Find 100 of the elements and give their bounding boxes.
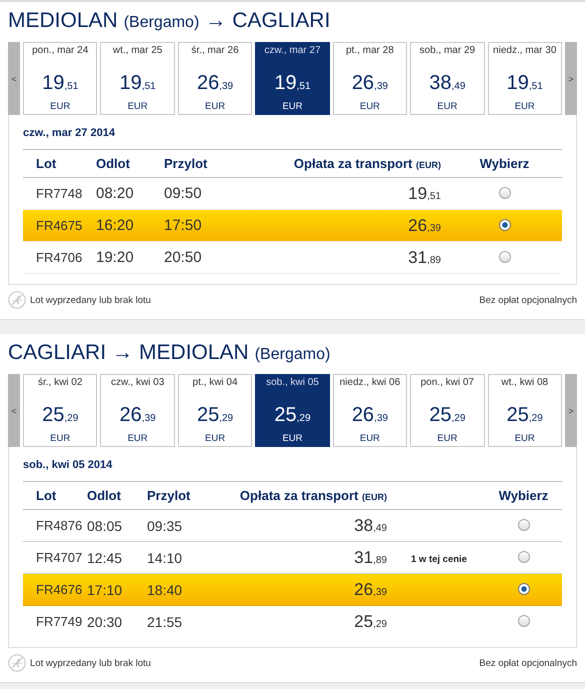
select-radio[interactable] bbox=[498, 251, 510, 264]
day-date: sob., mar 29 bbox=[420, 45, 476, 56]
previous-dates-button[interactable]: < bbox=[8, 42, 20, 115]
departure-time: 12:45 bbox=[87, 550, 124, 566]
day-price: 25,29 bbox=[506, 404, 543, 428]
arrival-time: 21:55 bbox=[147, 614, 184, 630]
fare-price: 25,29 bbox=[353, 612, 388, 632]
column-header: Lot bbox=[35, 488, 58, 503]
currency-label: EUR bbox=[128, 101, 148, 112]
previous-dates-button[interactable]: < bbox=[8, 374, 20, 447]
currency-label: EUR bbox=[282, 101, 302, 112]
date-fare-card[interactable]: pt., kwi 04 25,29 EUR bbox=[178, 374, 252, 447]
arrival-time: 20:50 bbox=[164, 249, 203, 266]
day-price: 26,39 bbox=[352, 72, 388, 96]
date-fare-card[interactable]: śr., mar 26 26,39 EUR bbox=[178, 42, 252, 115]
next-dates-button[interactable]: > bbox=[564, 42, 577, 115]
currency-label: EUR bbox=[205, 433, 226, 444]
day-price: 25,29 bbox=[429, 404, 466, 428]
select-radio[interactable] bbox=[518, 519, 530, 532]
day-price: 26,39 bbox=[352, 404, 388, 428]
flight-number: FR4707 bbox=[35, 550, 84, 565]
departure-time: 08:05 bbox=[87, 518, 124, 534]
select-radio[interactable] bbox=[518, 583, 530, 596]
day-date: niedz., kwi 06 bbox=[340, 377, 400, 388]
select-radio[interactable] bbox=[518, 551, 530, 564]
column-header: Przylot bbox=[164, 156, 208, 171]
flight-row[interactable]: FR4675 16:20 17:50 26,39 bbox=[23, 210, 562, 242]
availability-note: 1 w tej cenie bbox=[411, 554, 467, 564]
column-header: Opłata za transport (EUR) bbox=[292, 156, 442, 171]
flight-number: FR4675 bbox=[35, 218, 84, 233]
legend-text: Lot wyprzedany lub brak lotu bbox=[30, 658, 151, 668]
fare-price: 19,51 bbox=[407, 184, 442, 204]
selected-date: sob., kwi 05 2014 bbox=[23, 459, 114, 471]
next-dates-button[interactable]: > bbox=[564, 374, 577, 447]
date-fare-card[interactable]: niedz., mar 30 19,51 EUR bbox=[488, 42, 562, 115]
select-radio[interactable] bbox=[498, 187, 510, 200]
flight-number: FR4876 bbox=[35, 518, 84, 533]
currency-label: EUR bbox=[360, 101, 380, 112]
arrival-time: 14:10 bbox=[147, 550, 184, 566]
select-radio[interactable] bbox=[498, 219, 510, 232]
date-fare-card[interactable]: sob., kwi 05 25,29 EUR bbox=[255, 374, 330, 447]
date-fare-card[interactable]: śr., kwi 02 25,29 EUR bbox=[23, 374, 98, 447]
day-date: wt., mar 25 bbox=[112, 45, 162, 56]
currency-label: EUR bbox=[514, 101, 535, 112]
date-fare-card[interactable]: pon., mar 24 19,51 EUR bbox=[23, 42, 98, 115]
date-fare-card[interactable]: niedz., kwi 06 26,39 EUR bbox=[332, 374, 408, 447]
date-fare-card[interactable]: pon., kwi 07 25,29 EUR bbox=[410, 374, 485, 447]
fees-note: Bez opłat opcjonalnych bbox=[479, 294, 577, 306]
day-price: 25,29 bbox=[274, 404, 311, 428]
day-price: 19,51 bbox=[42, 72, 78, 96]
flight-row[interactable]: FR4876 08:05 09:35 38,49 bbox=[23, 510, 562, 542]
day-date: sob., kwi 05 bbox=[266, 377, 319, 388]
date-fare-card[interactable]: wt., kwi 08 25,29 EUR bbox=[488, 374, 562, 447]
departure-time: 20:30 bbox=[87, 614, 124, 630]
date-fare-card[interactable]: czw., kwi 03 26,39 EUR bbox=[100, 374, 175, 447]
date-fare-card[interactable]: czw., mar 27 19,51 EUR bbox=[255, 42, 330, 115]
crossed-plane-icon bbox=[8, 654, 26, 672]
route-title: MEDIOLAN (Bergamo) → CAGLIARI bbox=[8, 8, 332, 34]
crossed-plane-icon bbox=[8, 291, 26, 309]
legend-text: Lot wyprzedany lub brak lotu bbox=[30, 294, 151, 306]
currency-label: EUR bbox=[437, 101, 458, 112]
arrival-time: 09:35 bbox=[147, 518, 184, 534]
fare-price: 31,89 bbox=[353, 548, 388, 568]
flight-number: FR7748 bbox=[35, 186, 84, 201]
departure-time: 19:20 bbox=[96, 249, 135, 266]
fees-note: Bez opłat opcjonalnych bbox=[479, 658, 577, 668]
currency-label: EUR bbox=[282, 433, 302, 444]
fare-price: 26,39 bbox=[353, 580, 388, 600]
column-header: Odlot bbox=[87, 488, 122, 503]
fare-price: 26,39 bbox=[407, 216, 442, 236]
day-price: 19,51 bbox=[120, 72, 156, 96]
fare-price: 38,49 bbox=[353, 516, 388, 536]
arrival-time: 09:50 bbox=[164, 185, 203, 202]
day-date: pt., mar 28 bbox=[346, 45, 394, 56]
flight-number: FR4706 bbox=[35, 250, 84, 265]
arrival-time: 18:40 bbox=[147, 582, 184, 598]
departure-time: 08:20 bbox=[96, 185, 135, 202]
date-fare-card[interactable]: sob., mar 29 38,49 EUR bbox=[410, 42, 485, 115]
day-price: 26,39 bbox=[120, 404, 156, 428]
day-date: wt., kwi 08 bbox=[501, 377, 548, 388]
currency-label: EUR bbox=[514, 433, 535, 444]
column-header: Przylot bbox=[147, 488, 192, 503]
day-price: 26,39 bbox=[196, 72, 234, 96]
date-fare-card[interactable]: pt., mar 28 26,39 EUR bbox=[332, 42, 408, 115]
day-date: czw., mar 27 bbox=[264, 45, 321, 56]
flight-row[interactable]: FR4706 19:20 20:50 31,89 bbox=[23, 242, 562, 274]
flight-row[interactable]: FR4676 17:10 18:40 26,39 bbox=[23, 574, 562, 606]
day-price: 25,29 bbox=[42, 404, 78, 428]
currency-label: EUR bbox=[360, 433, 380, 444]
flight-number: FR7749 bbox=[35, 614, 84, 629]
column-header: Wybierz bbox=[478, 156, 530, 171]
day-price: 25,29 bbox=[196, 404, 234, 428]
date-fare-card[interactable]: wt., mar 25 19,51 EUR bbox=[100, 42, 175, 115]
select-radio[interactable] bbox=[518, 615, 530, 628]
day-date: śr., kwi 02 bbox=[38, 377, 82, 388]
day-price: 19,51 bbox=[506, 72, 543, 96]
currency-label: EUR bbox=[437, 433, 458, 444]
column-header: Opłata za transport (EUR) bbox=[238, 488, 388, 503]
departure-time: 17:10 bbox=[87, 582, 124, 598]
flight-row[interactable]: FR7749 20:30 21:55 25,29 bbox=[23, 606, 562, 637]
